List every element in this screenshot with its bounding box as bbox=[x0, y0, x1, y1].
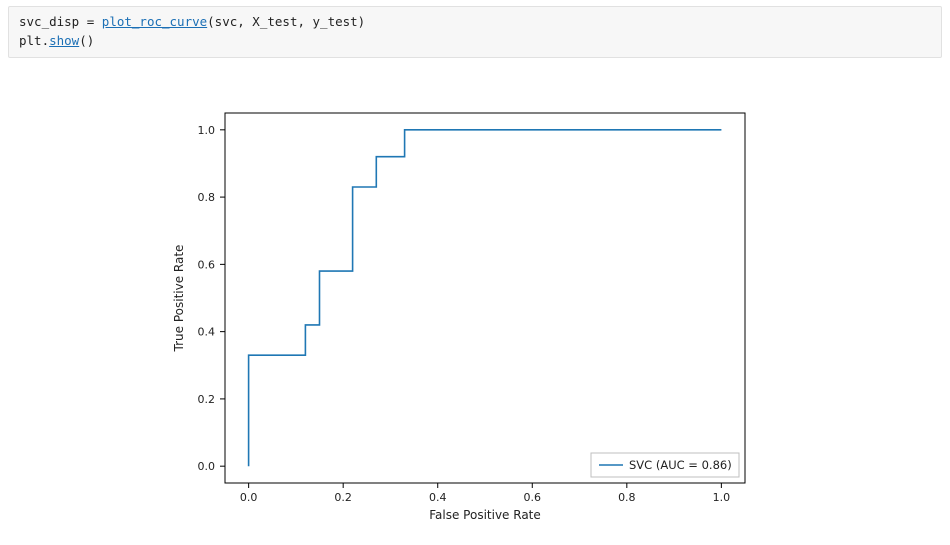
x-axis-label: False Positive Rate bbox=[429, 508, 541, 522]
plot-frame bbox=[225, 113, 745, 483]
x-tick-label: 0.2 bbox=[334, 491, 352, 504]
y-tick-label: 0.6 bbox=[198, 258, 216, 271]
roc-curve-chart: 0.0 0.2 0.4 0.6 0.8 1.0 0.0 0.2 0.4 0.6 0.8 1.0 Fals… bbox=[0, 58, 950, 538]
y-tick-label: 0.8 bbox=[198, 191, 216, 204]
legend-label: SVC (AUC = 0.86) bbox=[629, 458, 732, 472]
x-tick-label: 0.0 bbox=[240, 491, 258, 504]
code-cell: svc_disp = plot_roc_curve(svc, X_test, y… bbox=[8, 6, 942, 58]
x-tick-label: 0.8 bbox=[618, 491, 636, 504]
y-tick-label: 0.2 bbox=[198, 392, 216, 405]
x-tick-label: 0.4 bbox=[429, 491, 447, 504]
code-text: plt bbox=[19, 33, 42, 48]
roc-curve-line bbox=[249, 129, 722, 465]
code-text: () bbox=[79, 33, 94, 48]
y-tick-label: 0.0 bbox=[198, 460, 216, 473]
code-text: svc_disp = bbox=[19, 14, 102, 29]
y-axis-label: True Positive Rate bbox=[172, 244, 186, 352]
code-fn-show: show bbox=[49, 33, 79, 48]
code-fn-plot: plot_roc_curve bbox=[102, 14, 207, 29]
x-tick-label: 1.0 bbox=[713, 491, 731, 504]
code-text: (svc, X_test, y_test) bbox=[207, 14, 365, 29]
y-tick-label: 0.4 bbox=[198, 325, 216, 338]
y-tick-label: 1.0 bbox=[198, 123, 216, 136]
x-tick-label: 0.6 bbox=[524, 491, 542, 504]
chart-output: 0.0 0.2 0.4 0.6 0.8 1.0 0.0 0.2 0.4 0.6 0.8 1.0 Fals… bbox=[0, 58, 950, 538]
